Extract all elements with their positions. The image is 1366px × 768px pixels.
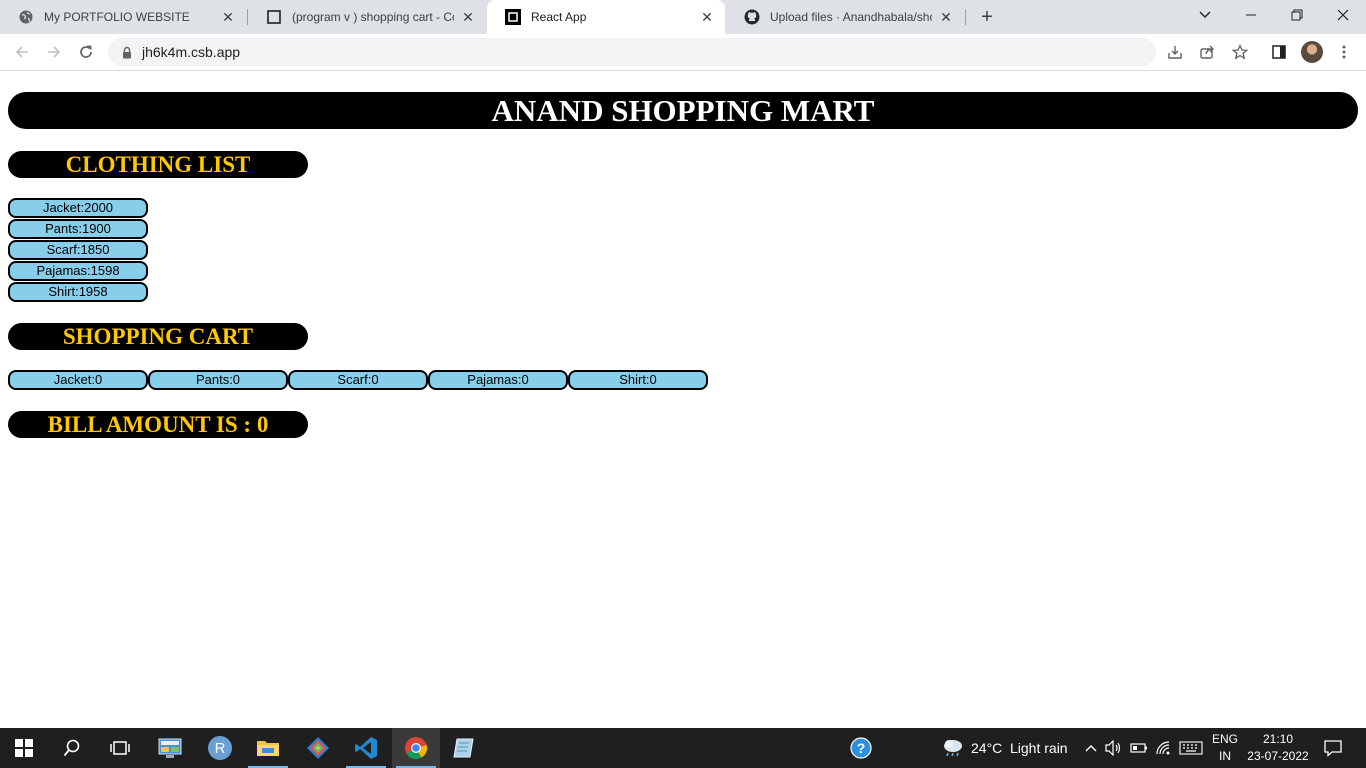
file-explorer-icon[interactable] <box>244 728 292 768</box>
new-tab-button[interactable]: + <box>977 6 997 28</box>
clock-time[interactable]: 21:10 <box>1246 732 1310 746</box>
minimize-window-icon[interactable] <box>1228 0 1274 30</box>
reload-icon[interactable] <box>74 40 98 64</box>
globe-icon <box>18 9 34 25</box>
tab-github-upload[interactable]: Upload files · Anandhabala/shop ✕ <box>726 0 964 34</box>
speaker-icon[interactable] <box>1104 738 1124 758</box>
address-bar[interactable]: jh6k4m.csb.app <box>108 38 1156 66</box>
svg-text:?: ? <box>857 740 866 756</box>
help-icon[interactable]: ? <box>850 737 872 759</box>
chevron-up-icon[interactable] <box>1081 738 1101 758</box>
clock-date[interactable]: 23-07-2022 <box>1246 749 1310 763</box>
clothing-item-button[interactable]: Pajamas:1598 <box>8 261 148 281</box>
codesandbox-icon <box>266 9 282 25</box>
weather-rain-icon[interactable] <box>940 738 966 758</box>
language-region[interactable]: IN <box>1210 749 1240 763</box>
tab-react-app[interactable]: React App ✕ <box>487 0 725 34</box>
r-language-icon[interactable]: R <box>196 728 244 768</box>
tab-title: React App <box>531 10 587 24</box>
cart-item-button[interactable]: Jacket:0 <box>8 370 148 390</box>
cart-item-button[interactable]: Shirt:0 <box>568 370 708 390</box>
tab-codesandbox[interactable]: (program v ) shopping cart - Cod ✕ <box>248 0 486 34</box>
tab-title: My PORTFOLIO WEBSITE <box>44 10 190 24</box>
clothing-item-button[interactable]: Pants:1900 <box>8 219 148 239</box>
notepad-app-icon[interactable] <box>440 728 488 768</box>
profile-avatar[interactable] <box>1301 41 1323 63</box>
tab-search-icon[interactable] <box>1182 0 1228 30</box>
svg-text:R: R <box>215 740 226 757</box>
close-tab-icon[interactable]: ✕ <box>699 9 715 25</box>
search-icon[interactable] <box>48 728 96 768</box>
more-menu-icon[interactable] <box>1333 41 1355 63</box>
react-app-icon <box>505 9 521 25</box>
page-title: ANAND SHOPPING MART <box>8 92 1358 129</box>
address-url[interactable]: jh6k4m.csb.app <box>142 44 240 60</box>
close-window-icon[interactable] <box>1320 0 1366 30</box>
cart-item-button[interactable]: Pajamas:0 <box>428 370 568 390</box>
clothing-item-button[interactable]: Shirt:1958 <box>8 282 148 302</box>
shopping-cart-heading: SHOPPING CART <box>8 323 308 350</box>
side-panel-icon[interactable] <box>1268 41 1290 63</box>
page-content: ANAND SHOPPING MART CLOTHING LIST Jacket… <box>0 72 1366 728</box>
browser-tab-strip: My PORTFOLIO WEBSITE ✕ (program v ) shop… <box>0 0 1366 34</box>
close-tab-icon[interactable]: ✕ <box>220 9 236 25</box>
tab-portfolio[interactable]: My PORTFOLIO WEBSITE ✕ <box>0 0 246 34</box>
clothing-item-button[interactable]: Jacket:2000 <box>8 198 148 218</box>
tab-separator <box>965 9 966 25</box>
cart-item-button[interactable]: Scarf:0 <box>288 370 428 390</box>
gitkraken-icon[interactable] <box>294 728 342 768</box>
notification-center-icon[interactable] <box>1323 738 1343 758</box>
clothing-list-heading: CLOTHING LIST <box>8 151 308 178</box>
clothing-item-button[interactable]: Scarf:1850 <box>8 240 148 260</box>
back-arrow-icon[interactable] <box>10 40 34 64</box>
wifi-icon[interactable] <box>1154 738 1174 758</box>
battery-icon[interactable] <box>1129 738 1149 758</box>
bill-amount-heading: BILL AMOUNT IS : 0 <box>8 411 308 438</box>
keyboard-icon[interactable] <box>1179 738 1203 758</box>
bookmark-star-icon[interactable] <box>1229 41 1251 63</box>
close-tab-icon[interactable]: ✕ <box>460 9 476 25</box>
weather-temperature[interactable]: 24°C <box>971 740 1002 756</box>
task-view-icon[interactable] <box>96 728 144 768</box>
restore-window-icon[interactable] <box>1274 0 1320 30</box>
forward-arrow-icon[interactable] <box>42 40 66 64</box>
install-app-icon[interactable] <box>1164 41 1186 63</box>
windows-taskbar: R ? 24°C Light rain ENG IN 21:10 23-07-2… <box>0 728 1366 768</box>
windows-start-icon[interactable] <box>0 728 48 768</box>
chrome-icon[interactable] <box>392 728 440 768</box>
control-panel-icon[interactable] <box>146 728 194 768</box>
close-tab-icon[interactable]: ✕ <box>938 9 954 25</box>
vscode-icon[interactable] <box>342 728 390 768</box>
cart-item-button[interactable]: Pants:0 <box>148 370 288 390</box>
language-code[interactable]: ENG <box>1210 732 1240 746</box>
share-icon[interactable] <box>1196 41 1218 63</box>
tab-title: (program v ) shopping cart - Cod <box>292 10 454 24</box>
github-icon <box>744 9 760 25</box>
weather-description[interactable]: Light rain <box>1010 740 1068 756</box>
tab-title: Upload files · Anandhabala/shop <box>770 10 932 24</box>
browser-toolbar: jh6k4m.csb.app <box>0 34 1366 71</box>
lock-icon[interactable] <box>120 45 134 59</box>
